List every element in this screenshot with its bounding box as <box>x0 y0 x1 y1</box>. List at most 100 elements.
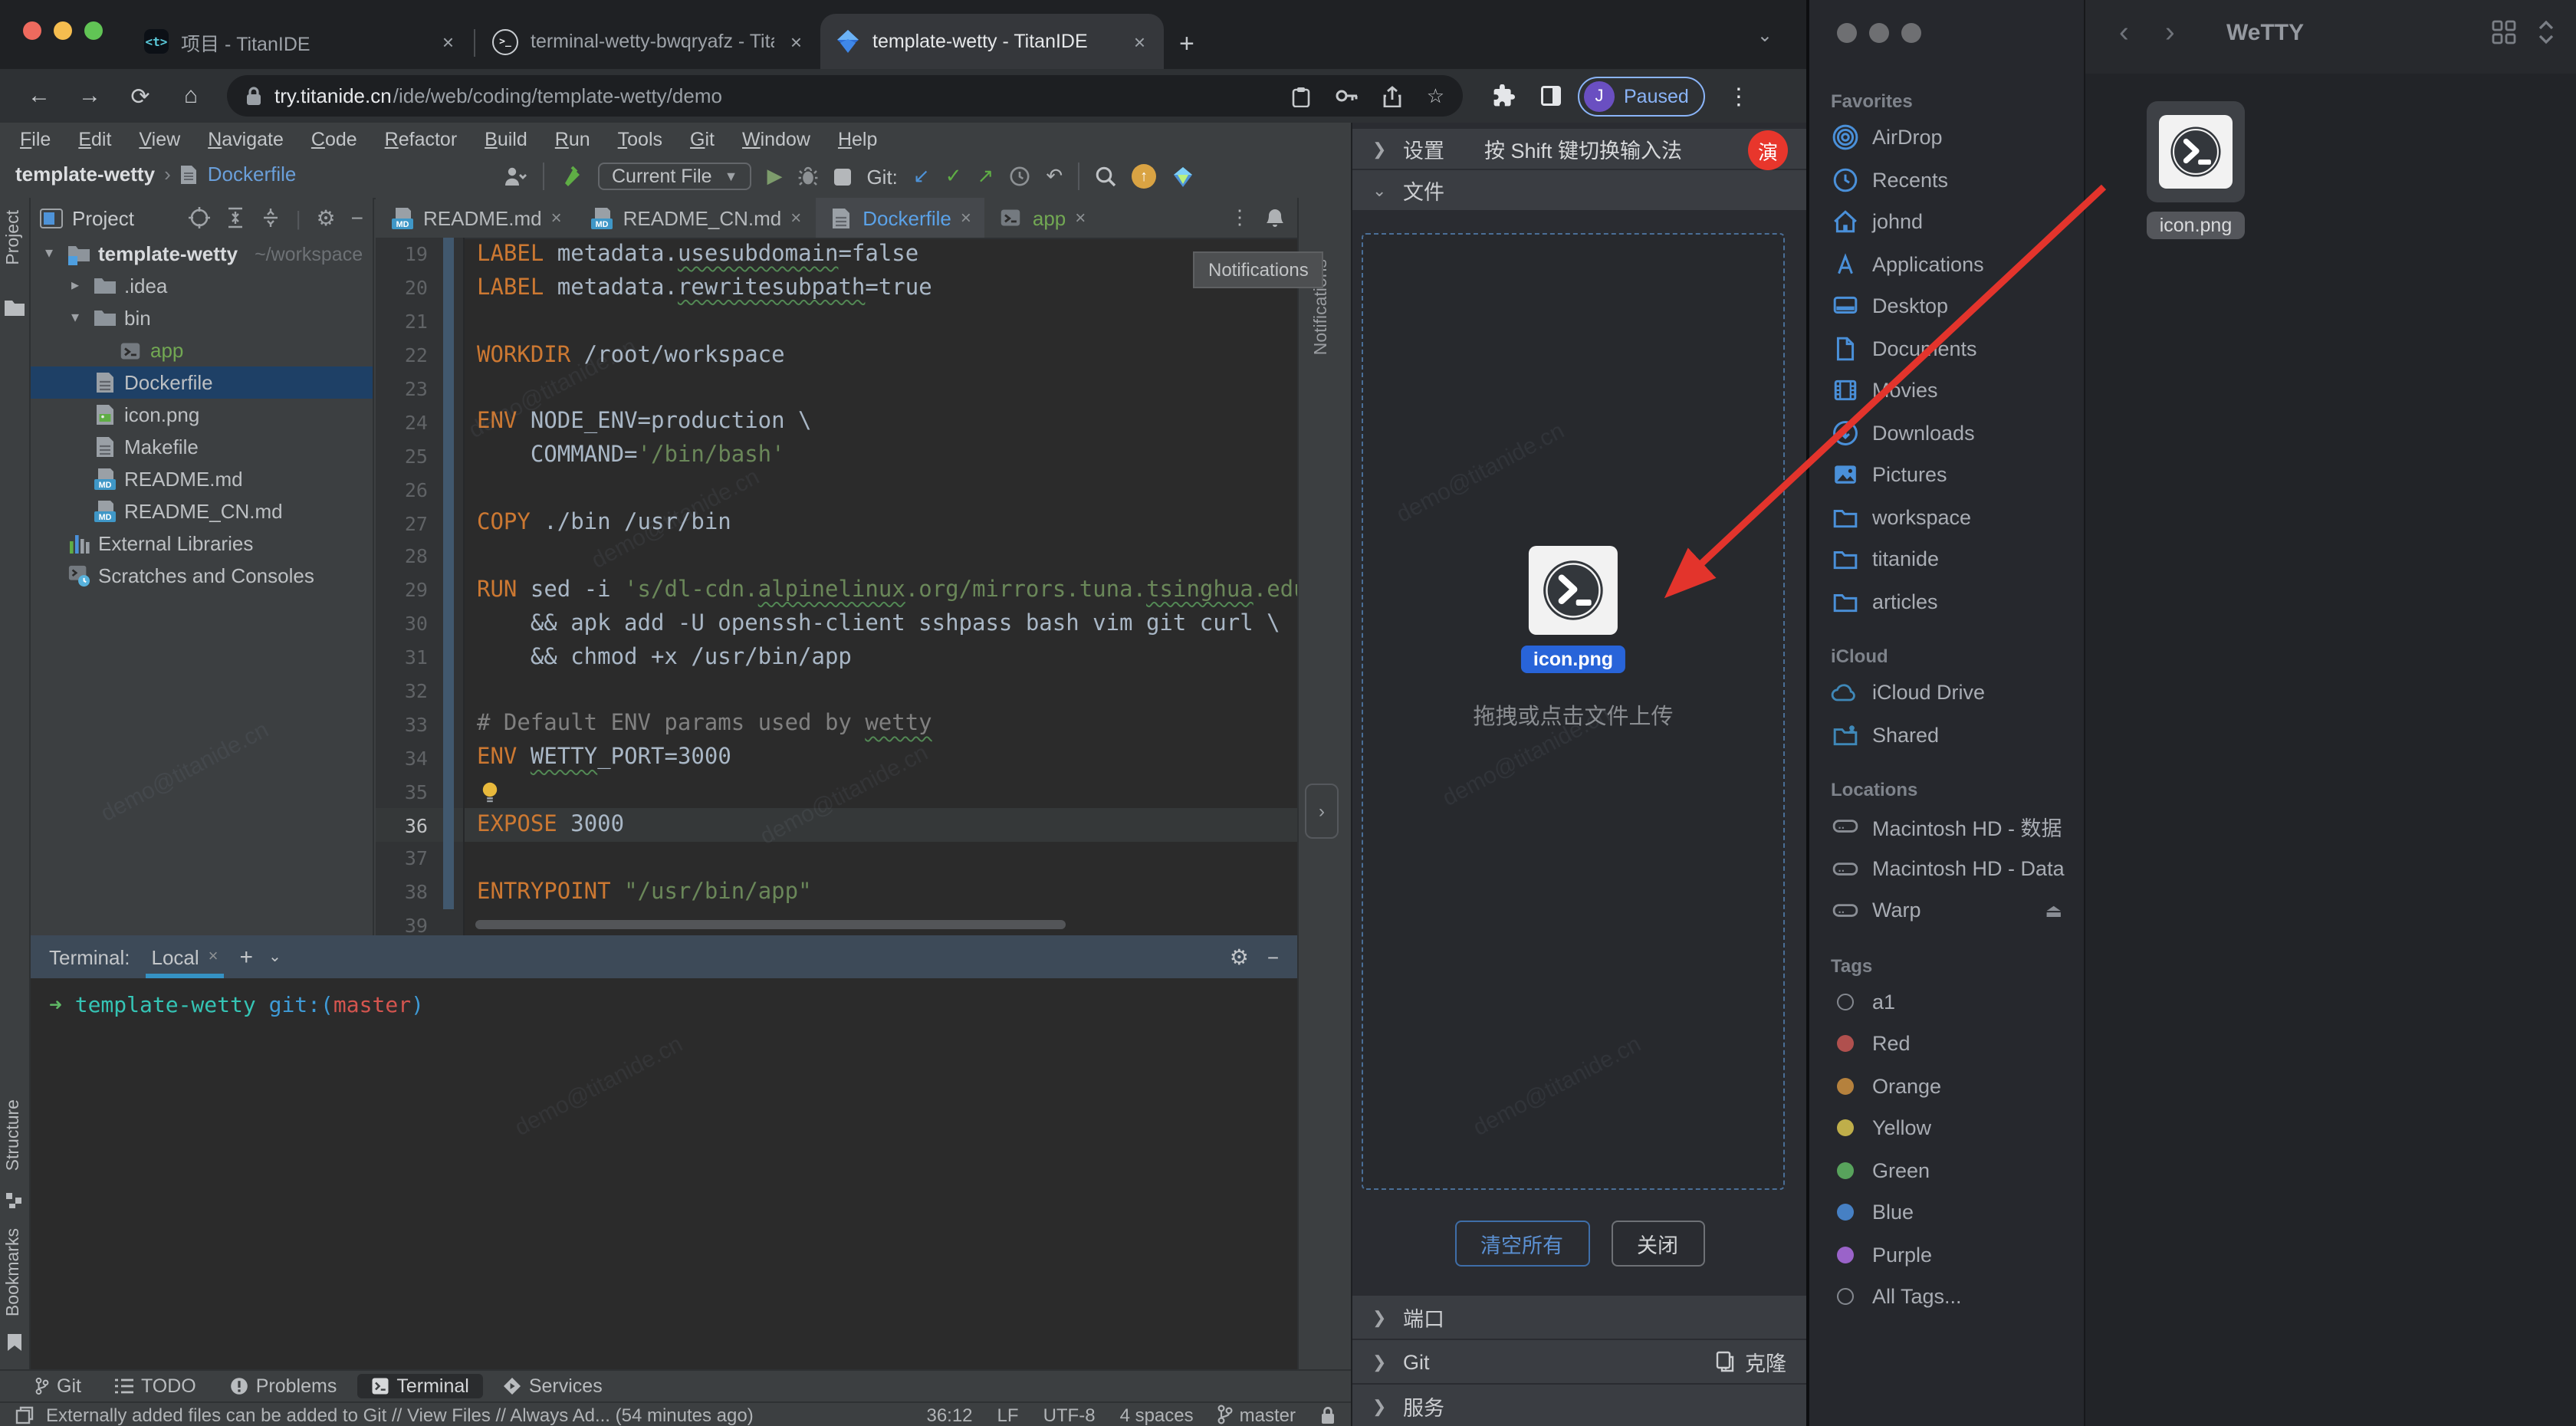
menu-run[interactable]: Run <box>541 128 604 150</box>
finder-window-controls[interactable] <box>1837 23 1921 43</box>
breadcrumb-file[interactable]: Dockerfile <box>208 163 297 186</box>
demo-badge[interactable]: 演 <box>1748 130 1788 170</box>
extensions-puzzle-icon[interactable] <box>1490 84 1515 108</box>
tool-window-services[interactable]: Services <box>489 1374 616 1398</box>
tree-item-readme-cn-md[interactable]: MDREADME_CN.md <box>31 495 373 527</box>
sidebar-item-desktop[interactable]: Desktop <box>1809 285 2084 327</box>
profile-chip[interactable]: J Paused <box>1578 76 1706 116</box>
sidebar-item-titanide[interactable]: titanide <box>1809 538 2084 580</box>
chevron-icon[interactable]: ▸ <box>66 278 84 294</box>
sidebar-item-shared[interactable]: Shared <box>1809 714 2084 756</box>
sidebar-item-green[interactable]: Green <box>1809 1149 2084 1191</box>
git-clone-button[interactable]: 克隆 <box>1714 1346 1786 1377</box>
browser-menu-dots-icon[interactable]: ⋮ <box>1727 82 1750 110</box>
code-line-24[interactable]: 24ENV NODE_ENV=production \ <box>376 406 1297 439</box>
ide-gem-icon[interactable] <box>1171 165 1194 188</box>
terminal-settings-gear-icon[interactable]: ⚙ <box>1230 944 1249 970</box>
clear-all-button[interactable]: 清空所有 <box>1454 1221 1589 1267</box>
sidebar-item-airdrop[interactable]: AirDrop <box>1809 117 2084 159</box>
close-icon[interactable]: × <box>1075 207 1086 228</box>
run-config-dropdown[interactable]: Current File▼ <box>598 163 751 190</box>
git-commit-check-icon[interactable]: ✓ <box>945 164 962 189</box>
menu-edit[interactable]: Edit <box>64 128 125 150</box>
close-icon[interactable]: × <box>551 207 562 228</box>
tree-item-scratches-and-consoles[interactable]: Scratches and Consoles <box>31 560 373 592</box>
share-icon[interactable] <box>1384 85 1402 107</box>
reload-icon[interactable]: ⟳ <box>120 82 161 110</box>
panel-section-端口[interactable]: ❯端口 <box>1352 1294 1806 1339</box>
status-window-icon[interactable] <box>15 1405 34 1424</box>
code-line-37[interactable]: 37 <box>376 842 1297 876</box>
code-line-29[interactable]: 29RUN sed -i 's/dl-cdn.alpinelinux.org/m… <box>376 573 1297 607</box>
tree-root[interactable]: ▾template-wetty~/workspace <box>31 238 373 270</box>
eject-icon[interactable]: ⏏ <box>2045 900 2062 922</box>
breadcrumb[interactable]: template-wetty › Dockerfile <box>15 163 296 186</box>
browser-tab-2[interactable]: >_terminal-wetty-bwqryafz - Tita× <box>477 14 820 69</box>
horizontal-scrollbar[interactable] <box>475 920 1066 929</box>
file-upload-dropzone[interactable]: icon.png 拖拽或点击文件上传 <box>1362 233 1785 1190</box>
code-line-28[interactable]: 28 <box>376 540 1297 573</box>
minimize-window-button[interactable] <box>54 21 72 40</box>
forward-chevron-icon[interactable]: › <box>2165 17 2175 51</box>
code-editor[interactable]: 19LABEL metadata.usesubdomain=false20LAB… <box>376 238 1297 935</box>
menu-help[interactable]: Help <box>824 128 891 150</box>
file-encoding[interactable]: UTF-8 <box>1043 1404 1096 1425</box>
tree-item--idea[interactable]: ▸.idea <box>31 270 373 302</box>
history-clock-icon[interactable] <box>1009 166 1030 187</box>
close-tab-icon[interactable]: × <box>787 30 805 53</box>
build-hammer-icon[interactable] <box>560 165 583 188</box>
browser-tab-1[interactable]: <t>项目 - TitanIDE× <box>129 14 472 69</box>
expand-all-icon[interactable] <box>225 207 245 228</box>
code-line-27[interactable]: 27COPY ./bin /usr/bin <box>376 506 1297 540</box>
stop-icon[interactable] <box>834 168 851 185</box>
sidebar-item-macintosh-hd-data[interactable]: Macintosh HD - Data <box>1809 847 2084 889</box>
address-bar[interactable]: try.titanide.cn/ide/web/coding/template-… <box>227 75 1463 117</box>
sidebar-item-all-tags-[interactable]: All Tags... <box>1809 1276 2084 1318</box>
tool-window-git[interactable]: Git <box>21 1374 95 1398</box>
run-play-icon[interactable]: ▶ <box>767 164 782 189</box>
tool-window-problems[interactable]: Problems <box>216 1374 351 1398</box>
search-icon[interactable] <box>1095 166 1116 187</box>
undo-icon[interactable]: ↶ <box>1046 164 1063 189</box>
sidebar-item-recents[interactable]: Recents <box>1809 159 2084 201</box>
breadcrumb-project[interactable]: template-wetty <box>15 163 155 186</box>
user-icon[interactable] <box>503 166 527 187</box>
code-line-30[interactable]: 30 && apk add -U openssh-client sshpass … <box>376 607 1297 641</box>
bookmark-star-icon[interactable]: ☆ <box>1427 84 1444 108</box>
window-controls[interactable] <box>23 21 103 40</box>
sidebar-item-a1[interactable]: a1 <box>1809 981 2084 1023</box>
sidebar-item-workspace[interactable]: workspace <box>1809 496 2084 538</box>
code-line-22[interactable]: 22WORKDIR /root/workspace <box>376 338 1297 372</box>
sidebar-item-johnd[interactable]: johnd <box>1809 201 2084 243</box>
tree-item-external-libraries[interactable]: External Libraries <box>31 527 373 560</box>
menu-code[interactable]: Code <box>297 128 371 150</box>
menu-git[interactable]: Git <box>676 128 728 150</box>
grid-view-icon[interactable] <box>2492 20 2516 44</box>
sort-chevrons-icon[interactable] <box>2538 20 2555 44</box>
close-icon[interactable]: × <box>961 207 971 228</box>
close-icon[interactable]: × <box>790 207 801 228</box>
menu-navigate[interactable]: Navigate <box>194 128 297 150</box>
stripe-tab-structure[interactable]: Structure <box>5 1099 23 1171</box>
back-icon[interactable]: ← <box>18 83 60 109</box>
code-line-38[interactable]: 38ENTRYPOINT "/usr/bin/app" <box>376 876 1297 909</box>
code-line-34[interactable]: 34ENV WETTY_PORT=3000 <box>376 741 1297 775</box>
stripe-tab-project[interactable]: Project <box>5 210 23 265</box>
uploaded-file[interactable]: icon.png <box>1521 546 1625 673</box>
code-line-31[interactable]: 31 && chmod +x /usr/bin/app <box>376 640 1297 674</box>
tab-search-chevron-icon[interactable]: ⌄ <box>1757 25 1773 46</box>
browser-tab-3[interactable]: template-wetty - TitanIDE× <box>820 14 1164 69</box>
maximize-window-button[interactable] <box>84 21 103 40</box>
sidebar-item-red[interactable]: Red <box>1809 1023 2084 1065</box>
tree-item-icon-png[interactable]: icon.png <box>31 399 373 431</box>
close-button[interactable]: 关闭 <box>1611 1221 1704 1267</box>
code-line-36[interactable]: 36EXPOSE 3000 <box>376 808 1297 842</box>
code-line-19[interactable]: 19LABEL metadata.usesubdomain=false <box>376 238 1297 271</box>
chevron-icon[interactable]: ▾ <box>66 310 84 327</box>
editor-tab-app[interactable]: app× <box>985 198 1099 238</box>
locate-target-icon[interactable] <box>189 207 210 228</box>
menu-window[interactable]: Window <box>728 128 824 150</box>
close-window-button[interactable] <box>23 21 41 40</box>
code-line-26[interactable]: 26 <box>376 472 1297 506</box>
close-tab-icon[interactable]: × <box>1131 30 1148 53</box>
